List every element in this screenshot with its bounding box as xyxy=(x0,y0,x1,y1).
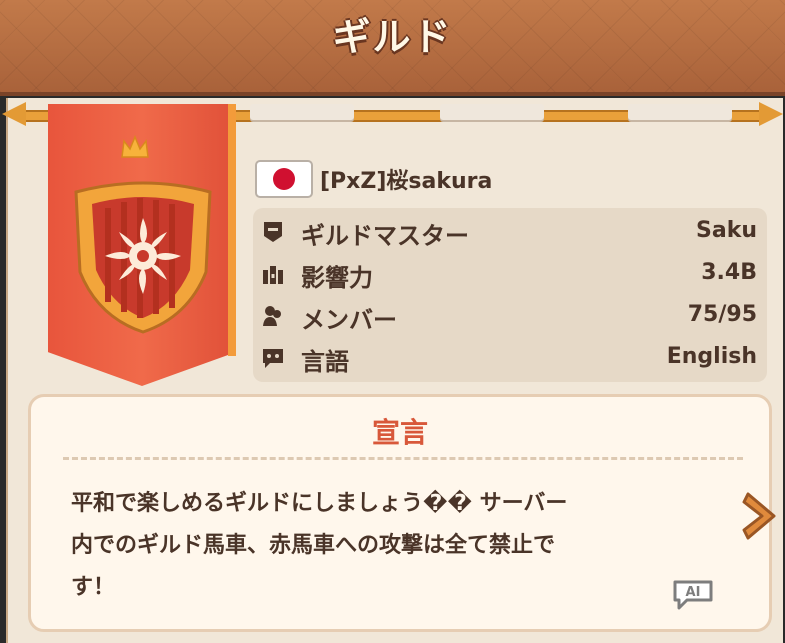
declaration-line: 平和で楽しめるギルドにしましょう�� サーバー xyxy=(71,491,568,516)
crown-icon xyxy=(121,135,149,158)
rail-tab[interactable] xyxy=(440,104,544,120)
page-title: ギルド xyxy=(332,15,453,59)
banner-edge xyxy=(228,104,236,356)
chevron-right-icon[interactable] xyxy=(742,490,780,542)
declaration-line: す！ xyxy=(71,575,116,600)
divider xyxy=(63,457,743,460)
declaration-line: 内でのギルド馬車、赤馬車への攻撃は全て禁止で xyxy=(71,533,556,558)
guild-name: [PxZ]桜sakura xyxy=(320,169,493,194)
guild-master-icon xyxy=(264,222,282,242)
members-icon xyxy=(263,306,281,326)
header-bar: ギルド xyxy=(0,0,785,96)
rail-arrow-right-icon[interactable] xyxy=(759,102,783,126)
info-row-guild-master: ギルドマスター Saku xyxy=(253,212,767,252)
info-value: English xyxy=(666,344,757,369)
info-value: Saku xyxy=(696,218,757,243)
info-row-language: 言語 English xyxy=(253,338,767,378)
svg-text:AI: AI xyxy=(686,585,701,600)
info-row-influence: 影響力 3.4B xyxy=(253,254,767,294)
declaration-card: 宣言 平和で楽しめるギルドにしましょう�� サーバー 内でのギルド馬車、赤馬車へ… xyxy=(28,394,772,632)
guild-emblem-icon xyxy=(74,181,212,334)
rail-tab[interactable] xyxy=(628,104,732,120)
info-label: 言語 xyxy=(301,348,349,376)
declaration-title: 宣言 xyxy=(371,416,428,449)
rail-arrow-left-icon[interactable] xyxy=(2,102,26,126)
info-value: 75/95 xyxy=(687,302,757,327)
info-value: 3.4B xyxy=(701,260,757,285)
guild-info-box: ギルドマスター Saku 影響力 3.4B メンバー 75/95 言語 Engl… xyxy=(253,208,767,382)
info-label: ギルドマスター xyxy=(301,222,469,250)
declaration-text: 平和で楽しめるギルドにしましょう�� サーバー 内でのギルド馬車、赤馬車への攻撃… xyxy=(71,483,711,609)
info-label: メンバー xyxy=(301,306,397,334)
japan-flag-icon xyxy=(255,160,313,198)
info-label: 影響力 xyxy=(301,264,373,292)
flag-circle xyxy=(273,168,295,190)
info-row-members: メンバー 75/95 xyxy=(253,296,767,336)
ai-translate-icon[interactable]: AI xyxy=(671,578,715,610)
influence-icon xyxy=(263,266,283,284)
language-icon xyxy=(263,349,283,368)
rail-tab[interactable] xyxy=(250,104,354,120)
